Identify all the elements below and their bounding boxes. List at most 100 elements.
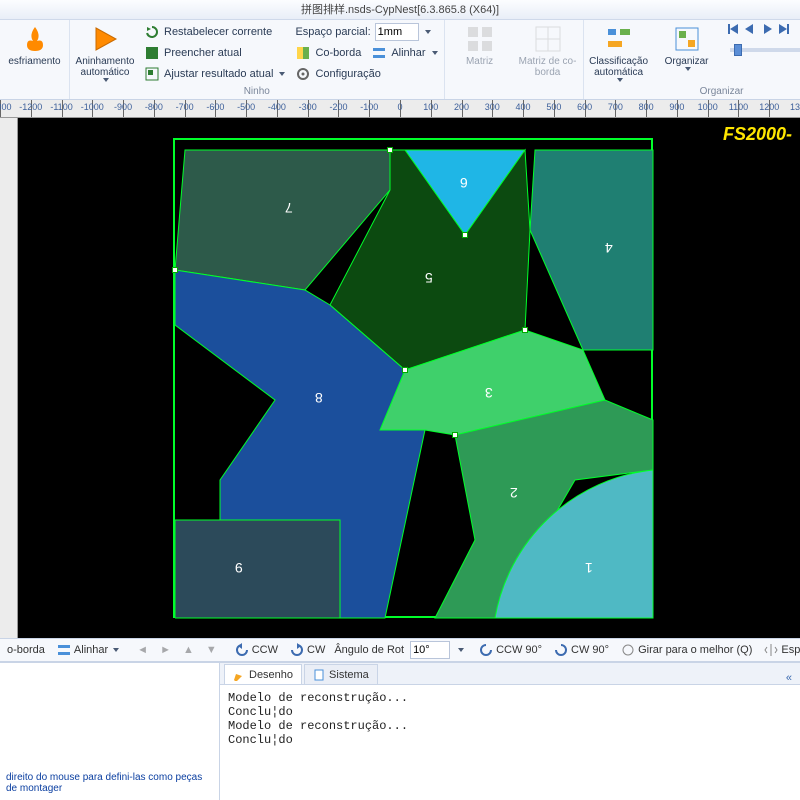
piece-label-5: 5 bbox=[425, 270, 433, 286]
flame-icon bbox=[20, 24, 50, 54]
rotate-ccw-icon bbox=[235, 643, 249, 657]
hint-text: direito do mouse para defini-las como pe… bbox=[6, 772, 213, 794]
ribbon-group-esfriamento: esfriamento bbox=[0, 20, 70, 99]
vertex-node[interactable] bbox=[462, 232, 468, 238]
arrow-up-icon[interactable]: ▲ bbox=[180, 640, 197, 660]
esfriamento-label: esfriamento bbox=[8, 56, 60, 67]
espaco-parcial-input[interactable] bbox=[375, 23, 419, 41]
dropdown-icon bbox=[617, 78, 623, 82]
vertex-node[interactable] bbox=[172, 267, 178, 273]
tab-desenho[interactable]: Desenho bbox=[224, 664, 302, 684]
organizar-button[interactable]: Organizar bbox=[658, 22, 716, 71]
dropdown-icon bbox=[432, 51, 438, 55]
group-label-ninho: Ninho bbox=[76, 86, 438, 99]
rotate-cw-icon bbox=[290, 643, 304, 657]
drawing-canvas[interactable]: FS2000- bbox=[18, 118, 800, 638]
girar-melhor-button[interactable]: Girar para o melhor (Q) bbox=[618, 640, 755, 660]
coborda-tool[interactable]: o-borda bbox=[4, 640, 48, 660]
aninhamento-automatico-button[interactable]: Aninhamento automático bbox=[76, 22, 134, 82]
angulo-input[interactable] bbox=[410, 641, 450, 659]
piece-label-4: 4 bbox=[605, 240, 613, 256]
piece-label-8: 8 bbox=[315, 390, 323, 406]
vertex-node[interactable] bbox=[452, 432, 458, 438]
zoom-slider[interactable] bbox=[730, 48, 800, 52]
matriz-button[interactable]: Matriz bbox=[451, 22, 509, 67]
ajustar-resultado-button[interactable]: Ajustar resultado atual bbox=[144, 64, 285, 84]
alinhar-tool[interactable]: Alinhar bbox=[54, 640, 122, 660]
pencil-icon bbox=[233, 669, 245, 681]
adjust-icon bbox=[144, 66, 160, 82]
dropdown-icon bbox=[425, 30, 431, 34]
espaco-parcial-field[interactable]: Espaço parcial: bbox=[295, 22, 437, 42]
coborda-button[interactable]: Co-borda bbox=[295, 43, 361, 63]
align-icon bbox=[57, 643, 71, 657]
machine-label: FS2000- bbox=[723, 124, 792, 145]
ribbon-group-matriz: Matriz Matriz de co-borda bbox=[445, 20, 584, 99]
piece-label-7: 7 bbox=[285, 200, 293, 216]
sort-icon bbox=[604, 24, 634, 54]
classificacao-automatica-button[interactable]: Classificação automática bbox=[590, 22, 648, 82]
nav-first-icon[interactable] bbox=[726, 22, 740, 39]
log-tabs: Desenho Sistema « bbox=[220, 663, 800, 685]
collapse-log-icon[interactable]: « bbox=[778, 672, 800, 684]
align-icon bbox=[371, 45, 387, 61]
bottom-panel: direito do mouse para defini-las como pe… bbox=[0, 662, 800, 800]
vertex-node[interactable] bbox=[387, 147, 393, 153]
ruler-horizontal: -1300-1200-1100-1000-900-800-700-600-500… bbox=[0, 100, 800, 118]
play-icon bbox=[90, 24, 120, 54]
arrow-left-icon[interactable]: ◄ bbox=[134, 640, 151, 660]
ccw-button[interactable]: CCW bbox=[232, 640, 281, 660]
piece-label-2: 2 bbox=[510, 485, 518, 501]
best-rotate-icon bbox=[621, 643, 635, 657]
dropdown-icon bbox=[113, 648, 119, 652]
gear-icon bbox=[295, 66, 311, 82]
refresh-icon bbox=[144, 24, 160, 40]
sheet-boundary: 1 2 3 4 5 6 7 8 9 bbox=[173, 138, 653, 618]
matriz-coborda-button[interactable]: Matriz de co-borda bbox=[519, 22, 577, 78]
group-label-organizar: Organizar bbox=[590, 86, 800, 99]
angulo-label: Ângulo de Rot bbox=[334, 644, 404, 656]
dropdown-icon bbox=[458, 648, 464, 652]
dropdown-icon bbox=[279, 72, 285, 76]
piece-label-9: 9 bbox=[235, 560, 243, 576]
vertex-node[interactable] bbox=[522, 327, 528, 333]
nav-next-icon[interactable] bbox=[760, 22, 774, 39]
alinhar-button[interactable]: Alinhar bbox=[371, 43, 437, 63]
piece-9[interactable] bbox=[175, 520, 340, 618]
page-icon bbox=[313, 669, 325, 681]
grid-icon bbox=[465, 24, 495, 54]
cw90-button[interactable]: CW 90° bbox=[551, 640, 612, 660]
nav-last-icon[interactable] bbox=[777, 22, 791, 39]
cw-button[interactable]: CW bbox=[287, 640, 328, 660]
piece-label-6: 6 bbox=[460, 175, 468, 191]
piece-label-1: 1 bbox=[585, 560, 593, 576]
log-output[interactable]: Modelo de reconstrução... Conclu¦do Mode… bbox=[220, 685, 800, 800]
grid-coborda-icon bbox=[533, 24, 563, 54]
esfriamento-button[interactable]: esfriamento bbox=[6, 22, 63, 67]
arrow-down-icon[interactable]: ▼ bbox=[203, 640, 220, 660]
configuracao-button[interactable]: Configuração bbox=[295, 64, 437, 84]
dropdown-icon bbox=[685, 67, 691, 71]
restabelecer-corrente-button[interactable]: Restabelecer corrente bbox=[144, 22, 285, 42]
arrow-right-icon[interactable]: ► bbox=[157, 640, 174, 660]
tab-sistema[interactable]: Sistema bbox=[304, 664, 378, 684]
window-title: 拼图排样.nsds-CypNest[6.3.865.8 (X64)] bbox=[301, 4, 499, 16]
organize-icon bbox=[672, 24, 702, 54]
rotate-cw-icon bbox=[554, 643, 568, 657]
canvas-area: FS2000- bbox=[0, 118, 800, 638]
rotate-ccw-icon bbox=[479, 643, 493, 657]
ribbon-group-organizar: Classificação automática Organizar Organ… bbox=[584, 20, 800, 99]
vertex-node[interactable] bbox=[402, 367, 408, 373]
piece-label-3: 3 bbox=[485, 385, 493, 401]
ruler-vertical bbox=[0, 118, 18, 638]
espelho-button[interactable]: Espelho bbox=[761, 640, 800, 660]
ccw90-button[interactable]: CCW 90° bbox=[476, 640, 545, 660]
window-titlebar: 拼图排样.nsds-CypNest[6.3.865.8 (X64)] bbox=[0, 0, 800, 20]
nav-prev-icon[interactable] bbox=[743, 22, 757, 39]
nested-pieces bbox=[175, 140, 655, 620]
preencher-atual-button[interactable]: Preencher atual bbox=[144, 43, 285, 63]
dropdown-icon bbox=[103, 78, 109, 82]
mirror-icon bbox=[764, 643, 778, 657]
aninhamento-label: Aninhamento automático bbox=[76, 56, 135, 78]
piece-4[interactable] bbox=[530, 150, 653, 350]
